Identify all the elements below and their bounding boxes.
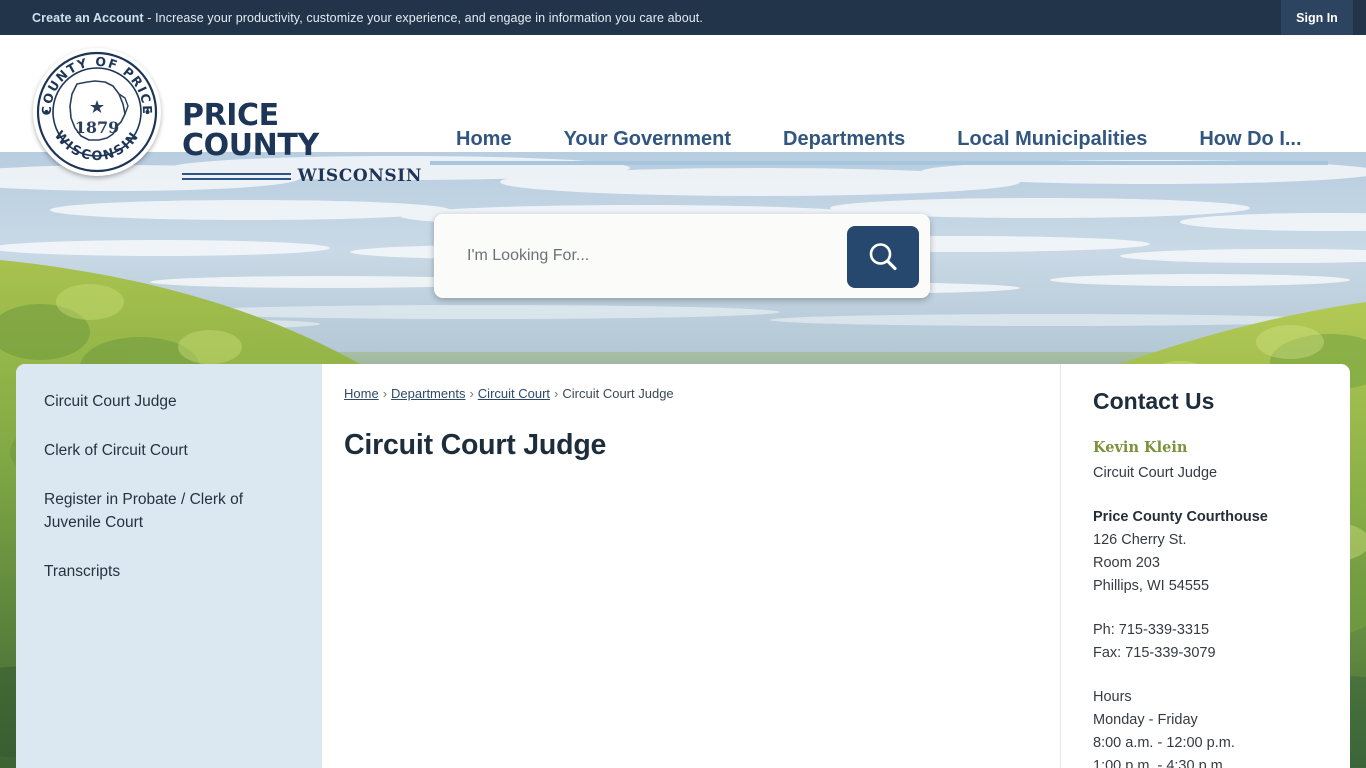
breadcrumb-item-departments[interactable]: Departments: [391, 386, 465, 401]
contact-address-line-3: Phillips, WI 54555: [1093, 578, 1210, 594]
contact-fax: Fax: 715-339-3079: [1093, 645, 1216, 661]
sign-in-button[interactable]: Sign In: [1281, 0, 1353, 35]
nav-item-how-do-i-label: How Do I...: [1199, 128, 1302, 150]
nav-item-departments-label: Departments: [783, 128, 906, 150]
sidebar-item-register-in-probate[interactable]: Register in Probate / Clerk of Juvenile …: [16, 488, 322, 534]
sidebar-item-circuit-court-judge[interactable]: Circuit Court Judge: [16, 390, 322, 413]
price-county-wordmark[interactable]: PRICE COUNTY WISCONSIN: [182, 98, 422, 186]
nav-item-home-label: Home: [456, 128, 512, 150]
contact-phone: Ph: 715-339-3315: [1093, 622, 1210, 638]
contact-person-link[interactable]: Kevin Klein: [1093, 439, 1330, 456]
nav-item-your-government[interactable]: Your Government: [537, 70, 758, 187]
contact-building: Price County Courthouse: [1093, 506, 1330, 529]
breadcrumb-separator: ›: [554, 386, 559, 401]
contact-address-line-1: 126 Cherry St.: [1093, 532, 1187, 548]
nav-item-home[interactable]: Home: [430, 70, 538, 187]
breadcrumb-item-circuit-court[interactable]: Circuit Court: [478, 386, 550, 401]
main-content: Home › Departments › Circuit Court › Circuit C…: [322, 364, 1060, 768]
nav-underline: [430, 161, 538, 165]
nav-item-departments[interactable]: Departments: [757, 70, 932, 187]
nav-item-your-government-label: Your Government: [563, 128, 732, 150]
seal-year-text: 1879: [75, 118, 120, 137]
sidebar-item-transcripts[interactable]: Transcripts: [16, 560, 322, 583]
contact-person-title: Circuit Court Judge: [1093, 465, 1218, 481]
contact-us-panel: Contact Us Kevin Klein Circuit Court Jud…: [1060, 364, 1350, 768]
breadcrumb-item-current: Circuit Court Judge: [562, 386, 674, 401]
contact-us-heading: Contact Us: [1093, 388, 1215, 414]
contact-hours-afternoon: 1:00 p.m. - 4:30 p.m.: [1093, 758, 1227, 768]
page-title: Circuit Court Judge: [344, 429, 607, 461]
breadcrumb: Home › Departments › Circuit Court › Circuit C…: [344, 386, 1036, 401]
nav-underline: [537, 161, 758, 165]
nav-item-how-do-i[interactable]: How Do I...: [1173, 70, 1328, 187]
contact-hours-morning: 8:00 a.m. - 12:00 p.m.: [1093, 735, 1235, 751]
create-account-message: Create an Account - Increase your produc…: [32, 11, 703, 25]
create-account-message-text: - Increase your productivity, customize …: [143, 10, 703, 25]
page-content-card: Circuit Court Judge Clerk of Circuit Cou…: [16, 364, 1350, 768]
main-navigation: Home Your Government Departments Local M…: [430, 70, 1328, 187]
site-search: [434, 214, 930, 298]
search-icon: [869, 243, 897, 271]
breadcrumb-separator: ›: [469, 386, 474, 401]
search-button[interactable]: [847, 226, 919, 288]
site-header: 1879 COUNTY OF PRICE WISCONSIN PRICE COU…: [0, 35, 1366, 186]
breadcrumb-item-home[interactable]: Home: [344, 386, 379, 401]
wordmark-state-text: WISCONSIN: [297, 166, 422, 186]
search-input[interactable]: [435, 215, 855, 297]
contact-hours-days: Monday - Friday: [1093, 712, 1198, 728]
create-account-link[interactable]: Create an Account: [32, 11, 144, 25]
nav-item-local-municipalities[interactable]: Local Municipalities: [931, 70, 1174, 187]
nav-underline: [1173, 161, 1328, 165]
wordmark-main-text: PRICE COUNTY: [182, 98, 319, 163]
contact-address-line-2: Room 203: [1093, 555, 1160, 571]
wordmark-rules: [182, 172, 291, 180]
contact-hours-label: Hours: [1093, 689, 1132, 705]
county-seal-logo[interactable]: 1879 COUNTY OF PRICE WISCONSIN: [33, 48, 161, 176]
nav-underline: [757, 161, 932, 165]
nav-underline: [931, 161, 1174, 165]
sidebar-item-clerk-of-circuit-court[interactable]: Clerk of Circuit Court: [16, 439, 322, 462]
section-sidebar-nav: Circuit Court Judge Clerk of Circuit Cou…: [16, 364, 322, 768]
top-utility-bar: Create an Account - Increase your produc…: [0, 0, 1366, 35]
breadcrumb-separator: ›: [382, 386, 388, 401]
contact-building-name: Price County Courthouse: [1093, 509, 1268, 525]
nav-item-local-municipalities-label: Local Municipalities: [957, 128, 1148, 150]
